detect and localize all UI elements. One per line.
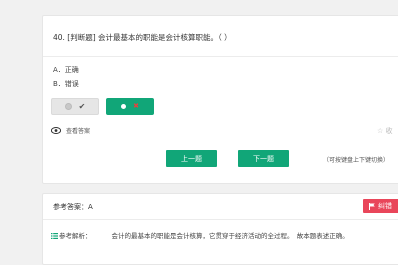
option-b: B．错误 [53,80,79,88]
report-error-button[interactable]: 纠错 [363,199,398,213]
check-icon: ✔ [78,101,86,111]
divider [43,56,398,57]
view-answer-label: 查看答案 [66,128,91,135]
radio-selected-icon [121,104,127,109]
flag-icon [369,202,375,210]
analysis-text: 会计的最基本的职能是会计核算，它贯穿于经济活动的全过程。 故本题表述正确。 [111,232,349,240]
answer-card: 参考答案：A 纠错 参考解析： 会计的最基本的职能是会计核算，它贯穿于经济活动的全… [42,193,398,265]
eye-icon [51,127,61,134]
keyboard-hint: （可按键盘上下键切换） [323,157,390,164]
analysis-label: 参考解析： [59,232,92,240]
divider [43,219,398,220]
analysis: 参考解析： 会计的最基本的职能是会计核算，它贯穿于经济活动的全过程。 故本题表述正… [51,231,381,242]
question-card: 40. [判断题] 会计最基本的职能是会计核算职能。（ ） A．正确 B．错误 … [42,15,398,184]
favorite-button[interactable]: ☆ 收 [377,126,393,136]
next-question-button[interactable]: 下一题 [238,150,289,167]
answer-title: 参考答案：A [53,203,93,211]
view-answer-toggle[interactable]: 查看答案 [51,126,90,135]
choice-button-a[interactable]: ✔ [51,98,99,115]
question-title: 40. [判断题] 会计最基本的职能是会计核算职能。（ ） [53,33,232,42]
option-a: A．正确 [53,66,79,74]
list-icon [51,233,58,239]
report-error-label: 纠错 [378,202,392,210]
radio-icon [64,103,72,110]
prev-question-button[interactable]: 上一题 [166,150,217,167]
cross-icon: ✖ [133,102,139,110]
choice-button-b[interactable]: ✖ [106,98,154,115]
